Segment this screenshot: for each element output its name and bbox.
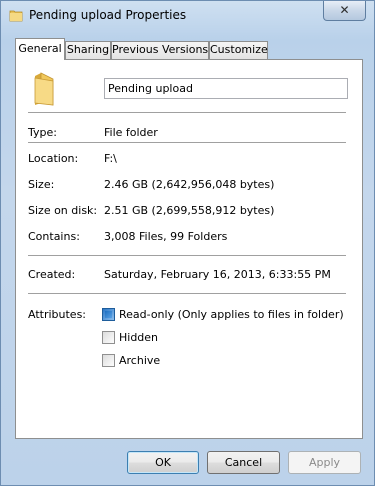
location-value: F:\ [104,152,117,165]
apply-button[interactable]: Apply [288,451,361,474]
close-button[interactable]: ✕ [323,1,366,21]
tab-general[interactable]: General [15,38,65,60]
created-value: Saturday, February 16, 2013, 6:33:55 PM [104,268,331,281]
folder-icon [9,8,23,22]
separator [28,142,346,143]
attributes-label: Attributes: [28,308,87,321]
tab-customize[interactable]: Customize [209,41,268,59]
contains-label: Contains: [28,230,80,243]
type-value: File folder [104,126,158,139]
archive-checkbox[interactable] [102,354,115,367]
size-on-disk-value: 2.51 GB (2,699,558,912 bytes) [104,204,275,217]
general-tab-panel: Type: File folder Location: F:\ Size: 2.… [15,59,363,439]
readonly-checkbox[interactable] [102,308,115,321]
properties-dialog: Pending upload Properties ✕ General Shar… [0,0,375,486]
separator [28,112,346,113]
title-bar[interactable]: Pending upload Properties ✕ [1,1,374,31]
readonly-checkbox-label[interactable]: Read-only (Only applies to files in fold… [119,308,344,321]
hidden-checkbox[interactable] [102,331,115,344]
archive-checkbox-label[interactable]: Archive [119,354,160,367]
size-label: Size: [28,178,55,191]
created-label: Created: [28,268,76,281]
size-value: 2.46 GB (2,642,956,048 bytes) [104,178,275,191]
contains-value: 3,008 Files, 99 Folders [104,230,228,243]
close-icon: ✕ [339,3,350,17]
cancel-button[interactable]: Cancel [207,451,280,474]
folder-name-input[interactable] [104,78,348,99]
ok-button[interactable]: OK [127,451,199,474]
location-label: Location: [28,152,79,165]
hidden-checkbox-label[interactable]: Hidden [119,331,158,344]
tab-previous-versions[interactable]: Previous Versions [111,41,209,59]
window-title: Pending upload Properties [29,8,187,22]
folder-icon [32,72,60,106]
size-on-disk-label: Size on disk: [28,204,98,217]
tab-sharing[interactable]: Sharing [65,41,111,59]
type-label: Type: [28,126,57,139]
separator [28,293,346,294]
separator [28,255,346,256]
